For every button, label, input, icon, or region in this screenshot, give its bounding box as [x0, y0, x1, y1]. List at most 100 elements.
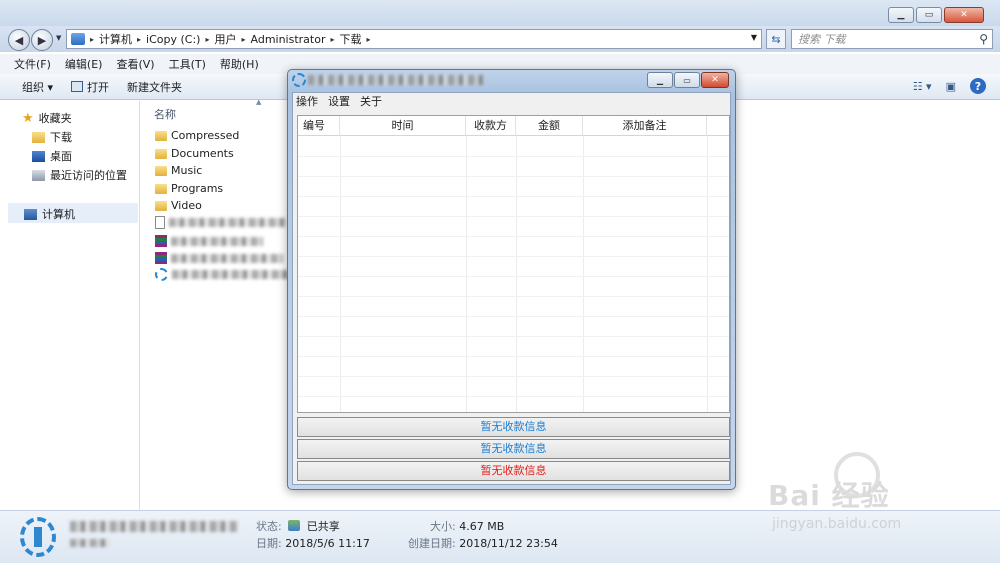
folder-icon: [155, 130, 167, 141]
column-divider: [340, 136, 341, 412]
table-row: [298, 316, 729, 317]
breadcrumb-item[interactable]: iCopy (C:): [146, 33, 200, 46]
refresh-button[interactable]: ⇆: [766, 29, 786, 49]
list-item[interactable]: Video: [155, 199, 202, 212]
folder-icon: [155, 165, 167, 176]
menu-view[interactable]: 查看(V): [116, 56, 154, 72]
redacted-filename: [169, 218, 287, 227]
maximize-button[interactable]: ▭: [916, 7, 942, 23]
dialog-maximize-button[interactable]: ▭: [674, 72, 700, 88]
app-icon: [20, 517, 56, 557]
folder-icon: [155, 148, 167, 159]
breadcrumb-item[interactable]: 下载: [340, 31, 362, 47]
column-header-note[interactable]: 添加备注: [583, 116, 707, 136]
nav-downloads[interactable]: 下载: [32, 129, 72, 145]
list-item[interactable]: Documents: [155, 147, 234, 160]
menu-help[interactable]: 帮助(H): [220, 56, 259, 72]
column-header-name[interactable]: 名称: [154, 106, 176, 122]
table-row: [298, 276, 729, 277]
list-item[interactable]: Programs: [155, 182, 223, 195]
list-item[interactable]: Compressed: [155, 129, 239, 142]
redacted-filename: [171, 253, 283, 263]
back-button[interactable]: ◀: [8, 29, 30, 51]
menu-settings[interactable]: 设置: [328, 93, 350, 109]
table-header: 编号 时间 收款方 金额 添加备注: [298, 116, 729, 136]
table-row: [298, 236, 729, 237]
downloads-folder-icon: [32, 131, 45, 143]
table-row: [298, 376, 729, 377]
table-row: [298, 196, 729, 197]
dialog-body: 操作 设置 关于 编号 时间 收款方 金额 添加备注 暂无收款信息 暂无收款信息…: [292, 92, 731, 485]
star-icon: ★: [22, 110, 34, 126]
nav-label: 计算机: [42, 208, 75, 221]
menu-file[interactable]: 文件(F): [14, 56, 51, 72]
menu-tools[interactable]: 工具(T): [169, 56, 206, 72]
app-dialog: ▁ ▭ ✕ 操作 设置 关于 编号 时间 收款方 金额 添加备注 暂无收款信息 …: [287, 69, 736, 490]
redacted-title: [308, 75, 484, 85]
status-bar-3: 暂无收款信息: [297, 461, 730, 481]
minimize-button[interactable]: ▁: [888, 7, 914, 23]
menu-edit[interactable]: 编辑(E): [65, 56, 103, 72]
breadcrumb-item[interactable]: 计算机: [99, 31, 132, 47]
archive-icon: [155, 252, 167, 264]
list-item[interactable]: [155, 268, 290, 281]
list-item[interactable]: Music: [155, 164, 202, 177]
sort-indicator-icon: ▲: [256, 98, 262, 106]
preview-pane-icon[interactable]: ▣: [946, 80, 956, 93]
archive-icon: [155, 235, 167, 247]
search-placeholder: 搜索 下载: [798, 33, 846, 46]
list-item[interactable]: [155, 216, 287, 229]
recent-pages-dropdown[interactable]: ▼: [56, 34, 61, 42]
organize-button[interactable]: 组织 ▾: [22, 79, 53, 95]
table-row: [298, 396, 729, 397]
column-header-id[interactable]: 编号: [298, 116, 340, 136]
file-name: Compressed: [171, 129, 240, 142]
computer-icon: [24, 208, 37, 220]
table-row: [298, 356, 729, 357]
shared-users-icon: [288, 520, 301, 531]
status-row: 状态: 已共享: [256, 518, 340, 534]
dialog-minimize-button[interactable]: ▁: [647, 72, 673, 88]
search-input[interactable]: 搜索 下载 ⚲: [791, 29, 993, 49]
nav-desktop[interactable]: 桌面: [32, 148, 72, 164]
nav-favorites[interactable]: ★ 收藏夹: [22, 110, 72, 126]
modified-value: 2018/5/6 11:17: [285, 537, 370, 550]
redacted-filetype: [70, 539, 110, 547]
column-divider: [583, 136, 584, 412]
dialog-close-button[interactable]: ✕: [701, 72, 729, 88]
column-header-amount[interactable]: 金额: [516, 116, 583, 136]
table-row: [298, 256, 729, 257]
payments-table[interactable]: 编号 时间 收款方 金额 添加备注: [297, 115, 730, 413]
size-row: 大小: 4.67 MB: [430, 518, 504, 534]
open-button[interactable]: 打开: [71, 79, 109, 95]
menu-about[interactable]: 关于: [360, 93, 382, 109]
nav-computer[interactable]: 计算机: [24, 206, 75, 222]
nav-label: 收藏夹: [38, 112, 72, 125]
table-row: [298, 216, 729, 217]
breadcrumb[interactable]: ▸ 计算机 ▸ iCopy (C:) ▸ 用户 ▸ Administrator …: [66, 29, 762, 49]
forward-button[interactable]: ▶: [31, 29, 53, 51]
breadcrumb-item[interactable]: 用户: [214, 31, 236, 47]
search-icon[interactable]: ⚲: [979, 32, 988, 46]
new-folder-button[interactable]: 新建文件夹: [127, 79, 182, 95]
modified-row: 日期: 2018/5/6 11:17: [256, 535, 370, 551]
column-header-payee[interactable]: 收款方: [466, 116, 516, 136]
address-dropdown-icon[interactable]: ▼: [751, 33, 757, 42]
close-button[interactable]: ✕: [944, 7, 984, 23]
status-bar-2: 暂无收款信息: [297, 439, 730, 459]
view-options-icon[interactable]: ☷ ▾: [913, 80, 932, 93]
column-divider: [466, 136, 467, 412]
desktop-icon: [32, 150, 45, 162]
column-header-time[interactable]: 时间: [340, 116, 466, 136]
breadcrumb-item[interactable]: Administrator: [251, 33, 326, 46]
baidu-watermark: Bai 经验 jingyan.baidu.com: [760, 450, 1000, 540]
list-item[interactable]: [155, 235, 263, 247]
size-value: 4.67 MB: [459, 520, 505, 533]
file-name: Music: [171, 164, 203, 177]
menu-operate[interactable]: 操作: [296, 93, 318, 109]
list-item[interactable]: [155, 252, 283, 264]
size-label: 大小:: [430, 520, 456, 533]
help-icon[interactable]: ?: [970, 78, 986, 94]
table-row: [298, 176, 729, 177]
nav-recent-places[interactable]: 最近访问的位置: [32, 167, 127, 183]
